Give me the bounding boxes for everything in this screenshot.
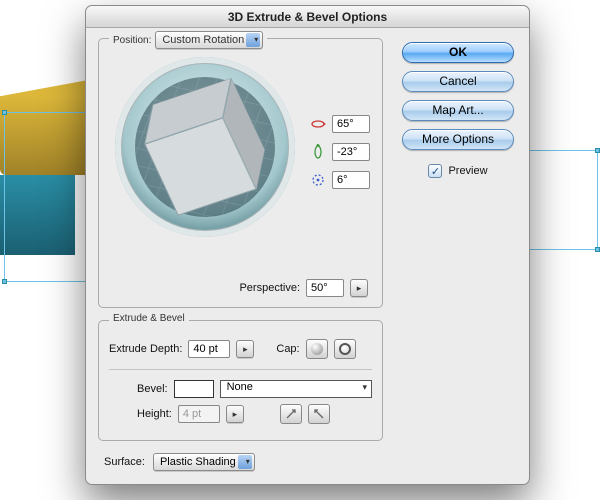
bevel-height-input[interactable] [178,405,220,423]
rotate-z-icon [310,172,326,188]
angle-y-input[interactable] [332,143,370,161]
position-label: Position: [113,35,151,46]
perspective-label: Perspective: [239,282,300,294]
bevel-value: None [227,381,253,393]
selection-bounds-left [4,112,92,282]
rotate-y-icon [310,144,326,160]
surface-select[interactable]: Plastic Shading [153,453,255,471]
surface-label: Surface: [104,456,145,468]
cap-label: Cap: [276,343,299,355]
dialog-title: 3D Extrude & Bevel Options [86,6,529,28]
preview-checkbox[interactable]: ✓ [428,164,442,178]
position-group: Position: Custom Rotation [98,38,383,308]
rotation-trackball[interactable] [115,57,295,237]
extrude-bevel-group: Extrude & Bevel Extrude Depth: ▸ Cap: Be… [98,320,383,441]
extrude-depth-input[interactable] [188,340,230,358]
angle-z-input[interactable] [332,171,370,189]
cap-off-button[interactable] [334,339,356,359]
bevel-height-label: Height: [137,408,172,420]
cancel-button[interactable]: Cancel [402,71,514,92]
extrude-depth-label: Extrude Depth: [109,343,182,355]
more-options-button[interactable]: More Options [402,129,514,150]
selection-bounds-right [523,150,598,250]
perspective-input[interactable] [306,279,344,297]
dialog-3d-extrude-bevel: 3D Extrude & Bevel Options Position: Cus… [85,5,530,485]
extrude-bevel-legend: Extrude & Bevel [113,313,185,324]
angle-x-input[interactable] [332,115,370,133]
ok-button[interactable]: OK [402,42,514,63]
bevel-extent-in-button[interactable] [280,404,302,424]
bevel-label: Bevel: [137,383,168,395]
bevel-preview-icon [174,380,214,398]
perspective-stepper[interactable]: ▸ [350,279,368,297]
rotation-preset-value: Custom Rotation [162,34,244,46]
cap-on-button[interactable] [306,339,328,359]
map-art-button[interactable]: Map Art... [402,100,514,121]
bevel-select[interactable]: None [220,380,372,398]
rotate-x-icon [310,116,326,132]
rotation-preset-select[interactable]: Custom Rotation [155,31,263,49]
surface-value: Plastic Shading [160,456,236,468]
bevel-height-stepper[interactable]: ▸ [226,405,244,423]
bevel-extent-out-button[interactable] [308,404,330,424]
preview-label: Preview [448,165,487,177]
extrude-depth-stepper[interactable]: ▸ [236,340,254,358]
